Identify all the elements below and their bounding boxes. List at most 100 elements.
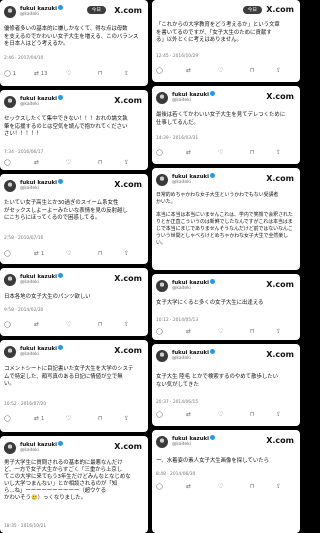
reply-button[interactable]: ◯ (156, 412, 163, 418)
author-name[interactable]: fukui kazuki (20, 345, 63, 352)
author-handle[interactable]: @kaiteki (172, 442, 191, 447)
author-name[interactable]: fukui kazuki (172, 91, 215, 98)
post-card[interactable]: fukui kazuki @kaiteki X.com 女子大生 陸毛 とかで検… (152, 344, 300, 426)
avatar[interactable] (4, 96, 16, 108)
avatar[interactable] (156, 92, 168, 104)
post-timestamp[interactable]: 12:45 · 2016/10/29 (156, 54, 198, 59)
post-card[interactable]: fukui kazuki @kaiteki X.com 女子大学にくると多くの女… (152, 274, 300, 340)
post-timestamp[interactable]: 18:35 · 2016/10/21 (4, 524, 46, 529)
author-name[interactable]: fukui kazuki (20, 95, 63, 102)
avatar[interactable] (4, 180, 16, 192)
author-handle[interactable]: @kaiteki (20, 280, 39, 285)
reply-button[interactable]: ◯ (156, 68, 163, 74)
avatar[interactable] (4, 274, 16, 286)
author-name[interactable]: fukui kazuki (20, 273, 63, 280)
post-timestamp[interactable]: 20:37 · 2014/06/15 (156, 400, 198, 405)
post-timestamp[interactable]: 10:52 · 2016/07/20 (4, 402, 46, 407)
bookmark-button[interactable]: ⊓ (250, 484, 255, 490)
avatar[interactable] (156, 280, 168, 292)
reply-button[interactable]: ◯ (4, 416, 11, 422)
avatar[interactable] (156, 174, 168, 186)
author-name[interactable]: fukui kazuki (20, 5, 63, 12)
post-card[interactable]: fukui kazuki @kaiteki X.com 日本各地の女子大生のパン… (0, 268, 148, 336)
reply-button[interactable]: ◯ 1 (4, 71, 16, 78)
share-button[interactable]: ⇪ (276, 68, 281, 74)
author-name[interactable]: fukui kazuki (172, 349, 215, 356)
repost-button[interactable]: ⇄ 1 (34, 416, 44, 423)
post-timestamp[interactable]: 10:12 · 2014/05/13 (156, 318, 198, 323)
post-timestamp[interactable]: 7:34 · 2016/06/17 (4, 150, 43, 155)
like-button[interactable]: ♡ (66, 416, 71, 422)
repost-button[interactable]: ⇄ (186, 150, 191, 156)
bookmark-button[interactable]: ⊓ (98, 251, 103, 257)
share-button[interactable]: ⇪ (124, 160, 129, 166)
author-name[interactable]: fukui kazuki (20, 441, 63, 448)
reply-button[interactable]: ◯ (156, 484, 163, 490)
post-timestamp[interactable]: 8:48 · 2014/06/30 (156, 472, 195, 477)
repost-button[interactable]: ⇄ (186, 484, 191, 490)
post-card[interactable]: fukui kazuki @kaiteki X.com セックスしたくて集中でき… (0, 90, 148, 170)
share-button[interactable]: ⇪ (276, 329, 281, 335)
post-card[interactable]: 今日 X.com 「これからの大学教育をどう考えるか」という文章 を書いてるので… (152, 0, 300, 82)
post-card[interactable]: fukui kazuki @kaiteki X.com 男子大学生に質問されるの… (0, 436, 148, 533)
bookmark-button[interactable]: ⊓ (250, 412, 255, 418)
post-card[interactable]: fukui kazuki @kaiteki X.com コメントシートに目記書い… (0, 340, 148, 432)
like-button[interactable]: ♡ (66, 160, 71, 166)
author-handle[interactable]: @kaiteki (20, 448, 39, 453)
share-button[interactable]: ⇪ (124, 322, 129, 328)
bookmark-button[interactable]: ⊓ (98, 160, 103, 166)
repost-button[interactable]: ⇄ (186, 412, 191, 418)
post-card[interactable]: fukui kazuki @kaiteki X.com 日常的めちゃかわな女子大… (152, 168, 300, 270)
share-button[interactable]: ⇪ (124, 71, 129, 77)
author-handle[interactable]: @kaiteki (172, 356, 191, 361)
post-timestamp[interactable]: 9:58 · 2014/02/30 (4, 308, 43, 313)
share-button[interactable]: ⇪ (124, 251, 129, 257)
author-name[interactable]: fukui kazuki (20, 179, 63, 186)
repost-button[interactable]: ⇄ (186, 329, 191, 335)
avatar[interactable] (4, 442, 16, 454)
like-button[interactable]: ♡ (66, 251, 71, 257)
post-card[interactable]: fukui kazuki @kaiteki X.com たいてい女子高生とか30… (0, 174, 148, 264)
author-handle[interactable]: @kaiteki (172, 98, 191, 103)
post-card[interactable]: fukui kazuki @kaiteki 今日 X.com 優修者多いの基本的… (0, 0, 148, 86)
bookmark-button[interactable]: ⊓ (250, 150, 255, 156)
post-card[interactable]: fukui kazuki @kaiteki X.com 最後は若くてかわいい女子… (152, 86, 300, 164)
avatar[interactable] (156, 436, 168, 448)
reply-button[interactable]: ◯ (156, 150, 163, 156)
author-name[interactable]: fukui kazuki (172, 173, 215, 180)
like-button[interactable]: ♡ (66, 322, 71, 328)
author-name[interactable]: fukui kazuki (172, 435, 215, 442)
reply-button[interactable]: ◯ (4, 322, 11, 328)
like-button[interactable]: ♡ (218, 412, 223, 418)
bookmark-button[interactable]: ⊓ (250, 329, 255, 335)
share-button[interactable]: ⇪ (276, 484, 281, 490)
like-button[interactable]: ♡ (218, 150, 223, 156)
avatar[interactable] (4, 6, 16, 18)
bookmark-button[interactable]: ⊓ (98, 71, 103, 77)
share-button[interactable]: ⇪ (276, 412, 281, 418)
bookmark-button[interactable]: ⊓ (250, 68, 255, 74)
reply-button[interactable]: ◯ (4, 160, 11, 166)
author-handle[interactable]: @kaiteki (172, 286, 191, 291)
author-handle[interactable]: @kaiteki (20, 102, 39, 107)
post-timestamp[interactable]: 2:46 · 2017/04/10 (4, 56, 43, 61)
author-handle[interactable]: @kaiteki (172, 180, 191, 185)
bookmark-button[interactable]: ⊓ (98, 416, 103, 422)
repost-button[interactable]: ⇄ (34, 322, 39, 328)
like-button[interactable]: ♡ (218, 68, 223, 74)
like-button[interactable]: ♡ (218, 484, 223, 490)
reply-button[interactable]: ◯ (4, 251, 11, 257)
avatar[interactable] (4, 346, 16, 358)
share-button[interactable]: ⇪ (124, 416, 129, 422)
repost-button[interactable]: ⇄ 1 (34, 251, 44, 258)
post-timestamp[interactable]: 14:29 · 2016/03/31 (156, 136, 198, 141)
share-button[interactable]: ⇪ (276, 150, 281, 156)
bookmark-button[interactable]: ⊓ (98, 322, 103, 328)
repost-button[interactable]: ⇄ (34, 160, 39, 166)
author-handle[interactable]: @kaiteki (20, 12, 39, 17)
post-timestamp[interactable]: 2:58 · 2010/07/16 (4, 236, 43, 241)
like-button[interactable]: ♡ (66, 71, 71, 77)
repost-button[interactable]: ⇄ 13 (34, 71, 47, 78)
repost-button[interactable]: ⇄ (186, 68, 191, 74)
author-name[interactable]: fukui kazuki (172, 279, 215, 286)
